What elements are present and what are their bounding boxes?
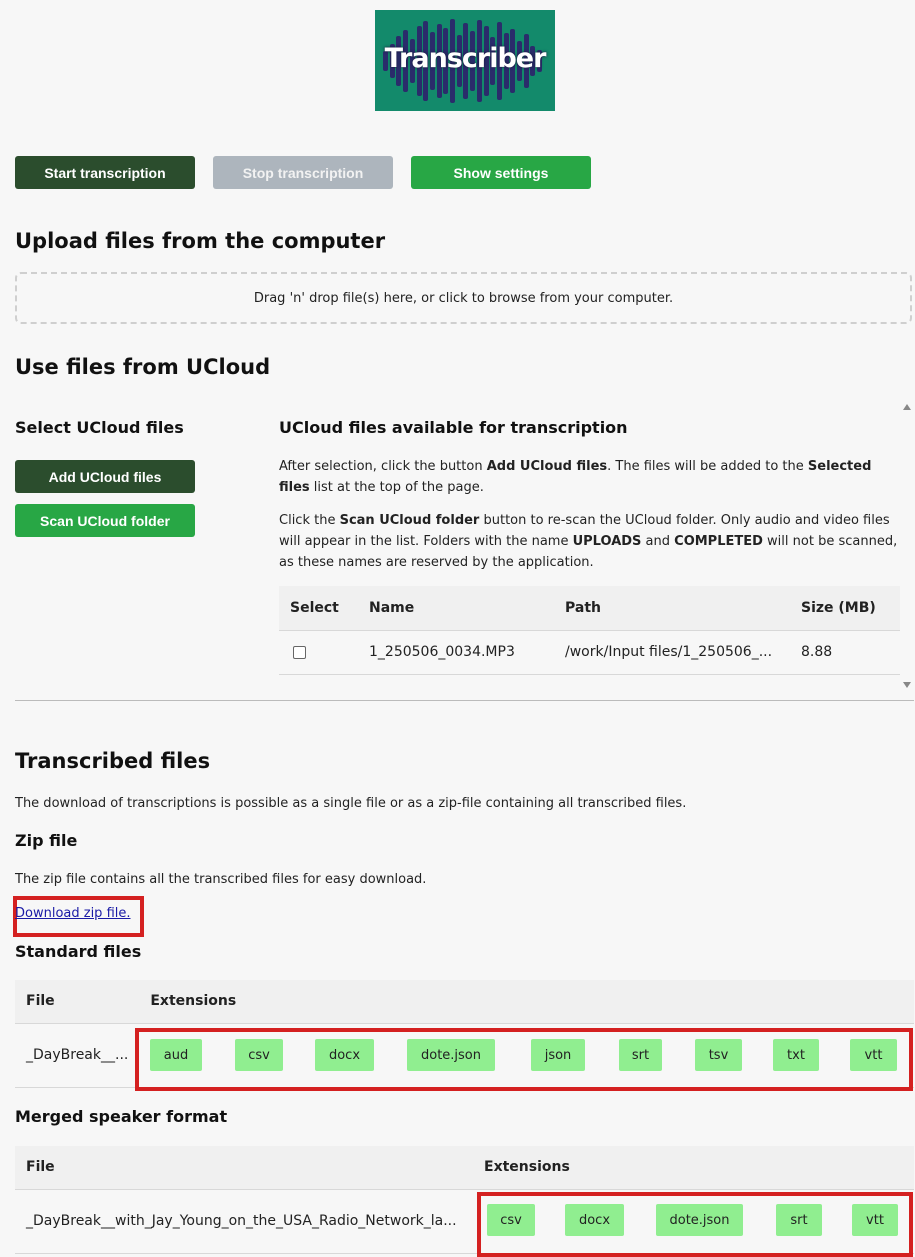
zip-text: The zip file contains all the transcribe…	[15, 872, 427, 887]
col-select: Select	[279, 586, 358, 631]
standard-files-heading: Standard files	[15, 942, 142, 961]
file-size: 8.88	[790, 630, 900, 675]
merged-ext-csv-button[interactable]: csv	[487, 1204, 535, 1236]
ucloud-available-heading: UCloud files available for transcription	[279, 418, 628, 437]
standard-ext-docx-button[interactable]: docx	[315, 1039, 374, 1071]
show-settings-button[interactable]: Show settings	[411, 156, 591, 189]
standard-ext-dote-json-button[interactable]: dote.json	[407, 1039, 495, 1071]
col-extensions: Extensions	[139, 980, 914, 1024]
merged-file-name: _DayBreak__with_Jay_Young_on_the_USA_Rad…	[15, 1189, 473, 1254]
file-name: 1_250506_0034.MP3	[358, 630, 554, 675]
stop-transcription-button[interactable]: Stop transcription	[213, 156, 393, 189]
merged-speaker-heading: Merged speaker format	[15, 1107, 228, 1126]
standard-ext-csv-button[interactable]: csv	[235, 1039, 283, 1071]
standard-ext-aud-button[interactable]: aud	[150, 1039, 202, 1071]
select-ucloud-heading: Select UCloud files	[15, 418, 184, 437]
ucloud-table-header: Select Name Path Size (MB)	[279, 586, 900, 631]
file-dropzone[interactable]: Drag 'n' drop file(s) here, or click to …	[15, 272, 912, 324]
ucloud-files-table: Select Name Path Size (MB) 1_250506_0034…	[279, 586, 900, 675]
ucloud-instructions-2: Click the Scan UCloud folder button to r…	[279, 513, 898, 570]
file-path: /work/Input files/1_250506_...	[554, 630, 790, 675]
scroll-down-icon[interactable]	[903, 682, 911, 688]
standard-ext-txt-button[interactable]: txt	[773, 1039, 819, 1071]
add-ucloud-files-button[interactable]: Add UCloud files	[15, 460, 195, 493]
transcribed-heading: Transcribed files	[15, 749, 211, 773]
merged-table-header: File Extensions	[15, 1146, 914, 1190]
standard-file-name: _DayBreak__...	[15, 1023, 140, 1088]
col-path: Path	[554, 586, 790, 631]
standard-ext-json-button[interactable]: json	[531, 1039, 585, 1071]
logo-text: Transcriber	[384, 43, 547, 74]
dropzone-text: Drag 'n' drop file(s) here, or click to …	[253, 290, 674, 306]
col-file: File	[15, 980, 140, 1024]
transcriber-logo: Transcriber	[375, 10, 555, 111]
col-file: File	[15, 1146, 473, 1190]
transcribed-intro: The download of transcriptions is possib…	[15, 796, 687, 811]
col-size: Size (MB)	[790, 586, 900, 631]
merged-ext-docx-button[interactable]: docx	[565, 1204, 624, 1236]
select-checkbox[interactable]	[293, 645, 306, 659]
standard-ext-tsv-button[interactable]: tsv	[695, 1039, 742, 1071]
scrollbar[interactable]	[900, 398, 915, 694]
scroll-up-icon[interactable]	[903, 404, 911, 410]
standard-ext-vtt-button[interactable]: vtt	[850, 1039, 897, 1071]
scan-ucloud-folder-button[interactable]: Scan UCloud folder	[15, 504, 195, 537]
standard-ext-srt-button[interactable]: srt	[619, 1039, 662, 1071]
table-row: 1_250506_0034.MP3 /work/Input files/1_25…	[279, 630, 900, 675]
merged-ext-vtt-button[interactable]: vtt	[852, 1204, 898, 1236]
upload-heading: Upload files from the computer	[15, 229, 386, 253]
ucloud-instructions-1: After selection, click the button Add UC…	[279, 459, 872, 495]
ucloud-heading: Use files from UCloud	[15, 355, 271, 379]
section-divider	[15, 700, 914, 701]
download-zip-link[interactable]: Download zip file.	[15, 906, 131, 921]
standard-table-header: File Extensions	[15, 980, 914, 1024]
start-transcription-button[interactable]: Start transcription	[15, 156, 195, 189]
col-extensions: Extensions	[473, 1146, 914, 1190]
col-name: Name	[358, 586, 554, 631]
zip-heading: Zip file	[15, 831, 78, 850]
merged-ext-srt-button[interactable]: srt	[776, 1204, 822, 1236]
merged-ext-dote-json-button[interactable]: dote.json	[656, 1204, 743, 1236]
